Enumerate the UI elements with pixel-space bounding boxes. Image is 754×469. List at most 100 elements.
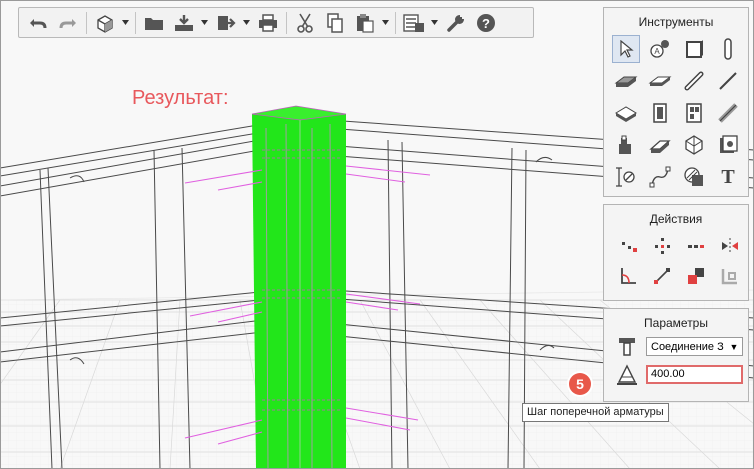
pipe-tool-icon	[649, 140, 671, 153]
image-tool-icon	[720, 135, 738, 153]
plate-tool-icon	[648, 76, 672, 86]
paste-dropdown-arrow[interactable]	[380, 10, 390, 36]
settings-button[interactable]	[442, 10, 470, 36]
parameters-panel-title: Параметры	[644, 316, 708, 330]
plate-tool[interactable]	[646, 67, 674, 95]
undo-button[interactable]	[24, 10, 52, 36]
cut-tool[interactable]	[612, 99, 640, 127]
panel-tool[interactable]	[680, 35, 708, 63]
align-icon	[688, 268, 704, 284]
connect-icon	[654, 268, 670, 284]
export-dropdown-arrow[interactable]	[241, 10, 251, 36]
column-tool-icon	[724, 38, 732, 60]
result-label: Результат:	[132, 87, 229, 109]
toolbar-separator	[86, 11, 87, 34]
export-icon	[218, 15, 236, 30]
wrench-icon	[447, 14, 464, 32]
door-tool-icon	[686, 103, 702, 123]
slab-tool-icon	[614, 76, 638, 87]
line-tool-icon	[719, 72, 737, 90]
connect-action[interactable]	[648, 262, 676, 290]
panel-tool-icon	[686, 40, 703, 58]
angle-action[interactable]	[614, 262, 642, 290]
svg-text:A: A	[654, 47, 660, 56]
node-tool[interactable]: A	[646, 35, 674, 63]
stair-tool-icon	[619, 135, 631, 154]
text-tool[interactable]: T	[714, 163, 742, 191]
select-tool[interactable]	[612, 35, 640, 63]
properties-icon	[403, 13, 424, 32]
open-button[interactable]	[140, 10, 168, 36]
redo-icon	[59, 18, 76, 28]
slab-tool[interactable]	[612, 67, 640, 95]
node-tool-icon: A	[650, 40, 669, 58]
rotate-points-action[interactable]	[648, 232, 676, 260]
array-icon	[688, 245, 704, 248]
view-cube-button[interactable]	[91, 10, 119, 36]
toolbar-separator	[135, 11, 136, 34]
tooltip: Шаг поперечной арматуры	[522, 403, 669, 422]
dimension-tool[interactable]	[612, 163, 640, 191]
hatch-tool[interactable]	[680, 163, 708, 191]
rebar-step-input[interactable]	[646, 364, 743, 384]
tools-panel: Инструменты A T	[603, 7, 749, 197]
main-toolbar: ?	[18, 7, 534, 38]
cut-tool-icon	[615, 106, 637, 122]
scissors-icon	[297, 13, 313, 33]
curve-tool[interactable]	[646, 163, 674, 191]
step-number-badge: 5	[569, 373, 591, 395]
dropdown-arrow-icon: ▼	[728, 337, 740, 355]
view-dropdown-arrow[interactable]	[120, 10, 130, 36]
bar-tool-icon	[684, 71, 704, 91]
wall-tool-icon	[653, 103, 667, 123]
rotate-points-icon	[655, 238, 670, 254]
cut-button[interactable]	[291, 10, 319, 36]
connection-type-select[interactable]: Соединение З ▼	[646, 336, 743, 356]
properties-dropdown-arrow[interactable]	[429, 10, 439, 36]
pipe-tool[interactable]	[646, 131, 674, 159]
paste-button[interactable]	[351, 10, 379, 36]
door-tool[interactable]	[680, 99, 708, 127]
printer-icon	[259, 13, 277, 32]
move-points-action[interactable]	[614, 232, 642, 260]
connection-type-value: Соединение З	[651, 340, 724, 353]
copy-icon	[327, 12, 343, 33]
copy-button[interactable]	[321, 10, 349, 36]
copy-shape-action[interactable]	[716, 262, 744, 290]
move-points-icon	[622, 242, 637, 252]
import-button[interactable]	[170, 10, 198, 36]
toolbar-separator	[395, 11, 396, 34]
mirror-action[interactable]	[716, 232, 744, 260]
properties-button[interactable]	[400, 10, 428, 36]
polyhedron-tool-icon	[685, 135, 703, 155]
mirror-icon	[722, 238, 738, 254]
bar-tool[interactable]	[680, 67, 708, 95]
tools-panel-title: Инструменты	[638, 15, 714, 29]
undo-icon	[30, 18, 47, 28]
image-tool[interactable]	[714, 131, 742, 159]
hatch-tool-icon	[684, 167, 703, 186]
export-button[interactable]	[212, 10, 240, 36]
import-dropdown-arrow[interactable]	[199, 10, 209, 36]
actions-panel: Действия	[603, 204, 749, 301]
text-tool-icon: T	[721, 165, 735, 188]
line-tool[interactable]	[714, 67, 742, 95]
print-button[interactable]	[254, 10, 282, 36]
help-button[interactable]: ?	[472, 10, 500, 36]
redo-button[interactable]	[54, 10, 82, 36]
copy-shape-icon	[721, 269, 737, 285]
column-tool[interactable]	[714, 35, 742, 63]
curve-tool-icon	[649, 166, 671, 188]
angle-icon	[621, 268, 636, 284]
stair-tool[interactable]	[612, 131, 640, 159]
actions-panel-title: Действия	[649, 212, 703, 226]
rebar-step-icon	[616, 362, 638, 386]
connection-type-icon	[616, 334, 638, 358]
align-action[interactable]	[682, 262, 710, 290]
wall-tool[interactable]	[646, 99, 674, 127]
divide-tool[interactable]	[714, 99, 742, 127]
select-arrow-icon	[620, 40, 634, 58]
polyhedron-tool[interactable]	[680, 131, 708, 159]
svg-text:?: ?	[482, 16, 490, 31]
array-action[interactable]	[682, 232, 710, 260]
